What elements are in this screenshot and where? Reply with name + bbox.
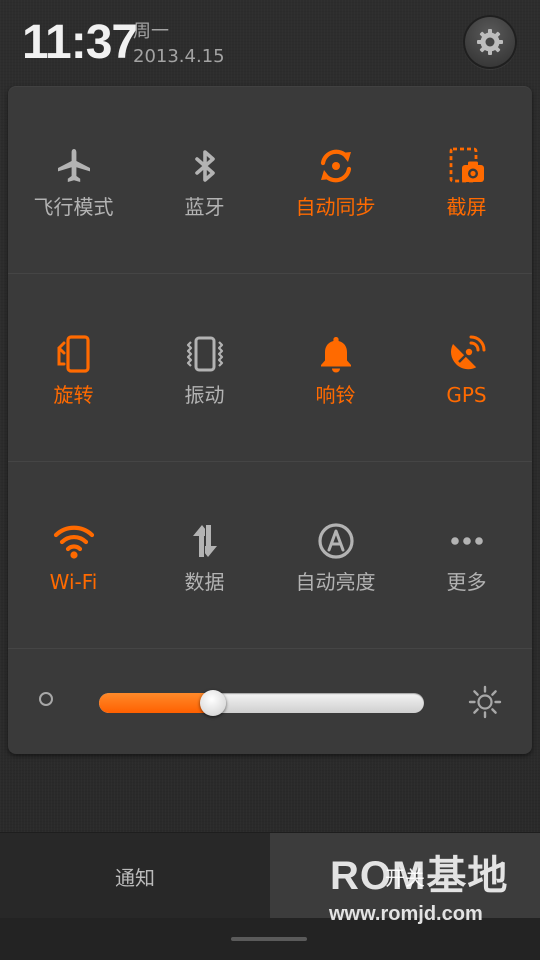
bell-icon [320,337,351,373]
toggle-ring-label: 响铃 [315,383,356,407]
toggle-vibrate-label: 振动 [184,383,225,407]
clock: 11:37 [22,16,138,69]
toggle-airplane[interactable]: 飞行模式 [8,86,139,273]
date: 2013.4.15 [133,46,225,67]
sync-icon [320,149,351,183]
status-header: 11:37 周一 2013.4.15 [0,0,540,86]
toggle-ring[interactable]: 响铃 [270,274,401,461]
watermark-logo: ROM基地 [330,854,509,898]
gear-icon [477,29,503,55]
toggle-row-3: Wi-Fi 数据 自动亮度 更多 [8,461,532,649]
brightness-slider[interactable] [99,693,424,713]
toggle-rotate[interactable]: 旋转 [8,274,139,461]
rotate-icon [57,335,90,373]
toggle-airplane-label: 飞行模式 [33,195,114,219]
brightness-low-icon [39,692,53,706]
toggle-gps-label: GPS [446,383,487,407]
toggle-data[interactable]: 数据 [139,461,270,648]
settings-button[interactable] [463,15,517,69]
toggle-autosync-label: 自动同步 [295,195,376,219]
toggle-rotate-label: 旋转 [53,383,94,407]
toggle-row-1: 飞行模式 蓝牙 自动同步 截屏 [8,86,532,274]
screenshot-icon [449,147,484,183]
brightness-slider-thumb[interactable] [199,690,226,716]
more-icon [450,537,483,545]
toggle-autosync[interactable]: 自动同步 [270,86,401,273]
bluetooth-icon [194,150,215,182]
toggle-row-2: 旋转 振动 响铃 GPS [8,274,532,462]
toggle-vibrate[interactable]: 振动 [139,274,270,461]
watermark-url: www.romjd.com [329,903,483,925]
toggle-data-label: 数据 [184,570,225,594]
brightness-slider-fill [99,693,213,713]
toggle-wifi-label: Wi-Fi [49,570,98,594]
drag-handle[interactable] [231,937,307,941]
tab-notifications-label: 通知 [115,865,155,890]
toggle-bluetooth-label: 蓝牙 [184,195,225,219]
toggle-autobrightness[interactable]: 自动亮度 [270,461,401,648]
toggle-screenshot[interactable]: 截屏 [401,86,532,273]
wifi-icon [53,525,94,559]
brightness-high-icon [468,685,502,719]
tab-notifications[interactable]: 通知 [0,833,270,919]
toggle-autobrightness-label: 自动亮度 [295,570,376,594]
toggles-panel: 飞行模式 蓝牙 自动同步 截屏 旋转 振动 响铃 GPS Wi-Fi 数据 自动… [8,86,532,754]
brightness-row [8,649,532,754]
toggle-bluetooth[interactable]: 蓝牙 [139,86,270,273]
toggle-gps[interactable]: GPS [401,274,532,461]
weekday: 周一 [133,21,169,42]
airplane-icon [57,149,90,182]
auto-brightness-icon [317,523,354,559]
toggle-screenshot-label: 截屏 [446,195,487,219]
toggle-more-label: 更多 [446,570,487,594]
toggle-wifi[interactable]: Wi-Fi [8,461,139,648]
gps-icon [450,335,485,370]
toggle-more[interactable]: 更多 [401,461,532,648]
vibrate-icon [186,336,223,372]
data-icon [192,525,217,557]
